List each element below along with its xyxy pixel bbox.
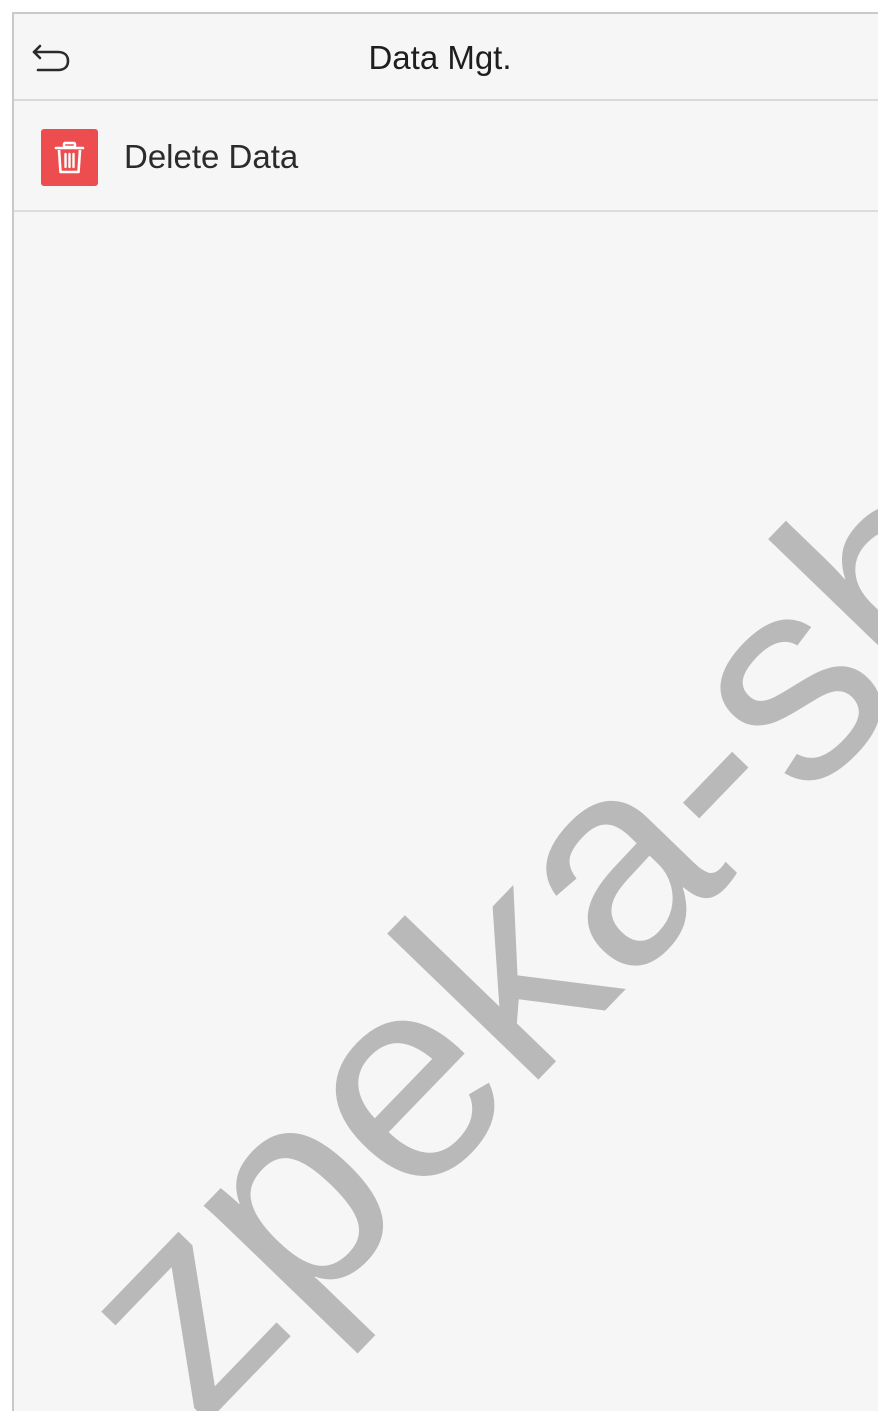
header-bar: Data Mgt. [14, 14, 878, 101]
trash-icon [41, 129, 98, 186]
menu-item-delete-data[interactable]: Delete Data [14, 101, 878, 212]
menu-item-label: Delete Data [124, 138, 299, 175]
screen: Data Mgt. Delete Data [12, 12, 878, 1411]
page-title: Data Mgt. [368, 39, 512, 76]
